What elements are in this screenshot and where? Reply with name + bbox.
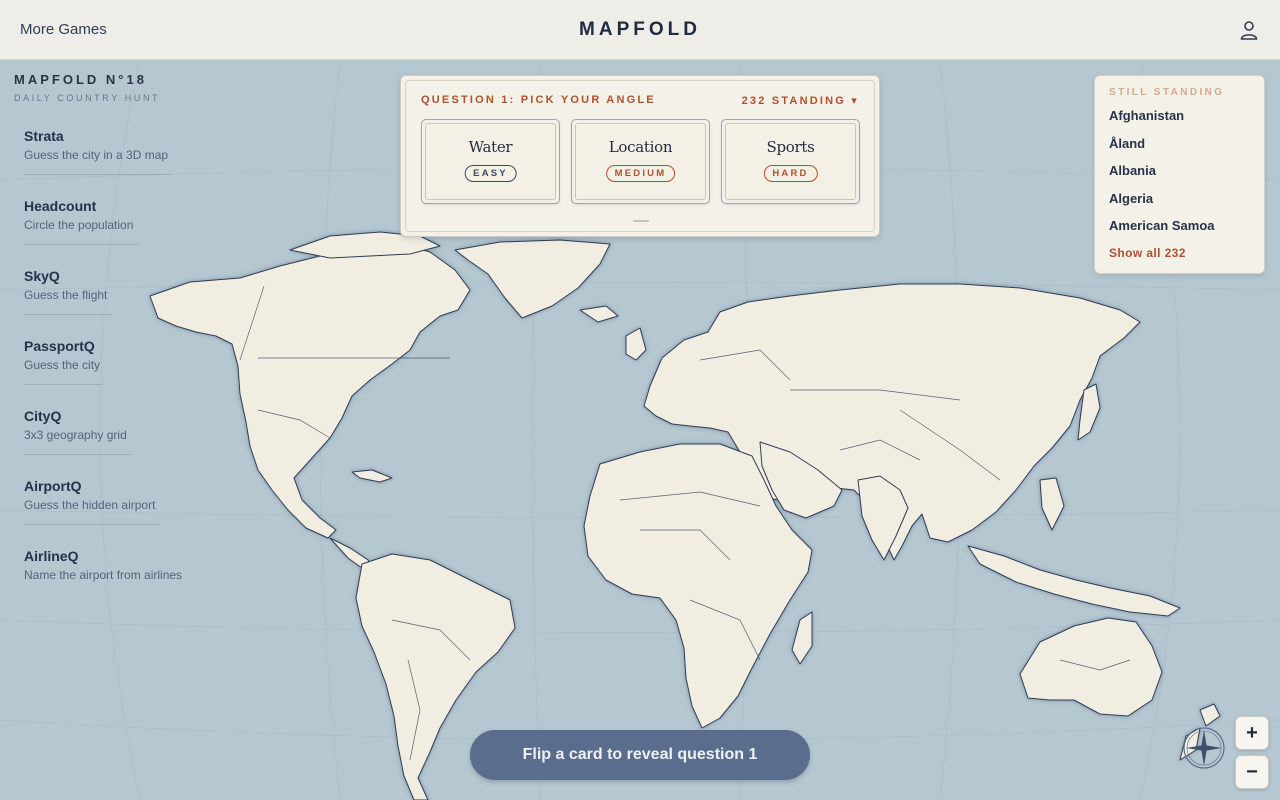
game-desc: Circle the population xyxy=(24,218,134,232)
card-title: Location xyxy=(608,138,673,156)
game-item-airlineq[interactable]: AirlineQ Name the airport from airlines xyxy=(24,548,224,618)
divider xyxy=(24,174,171,175)
game-name: AirlineQ xyxy=(24,548,79,564)
edition-title: MAPFOLD N°18 xyxy=(14,72,147,87)
more-games-link[interactable]: More Games xyxy=(20,21,107,38)
drag-handle[interactable] xyxy=(633,220,649,222)
game-item-headcount[interactable]: Headcount Circle the population xyxy=(24,198,224,268)
card-title: Water xyxy=(468,138,513,156)
difficulty-badge: HARD xyxy=(763,165,818,182)
top-bar: More Games MAPFOLD xyxy=(0,0,1280,60)
zoom-out-button[interactable]: − xyxy=(1235,755,1269,789)
edition-label: MAPFOLD N°18 DAILY COUNTRY HUNT xyxy=(14,72,160,103)
standing-count-toggle[interactable]: 232 STANDING ▾ xyxy=(742,94,859,107)
reveal-question-button[interactable]: Flip a card to reveal question 1 xyxy=(470,730,810,780)
game-item-passportq[interactable]: PassportQ Guess the city xyxy=(24,338,224,408)
plus-icon: + xyxy=(1246,721,1258,744)
difficulty-badge: EASY xyxy=(464,165,517,182)
difficulty-badge: MEDIUM xyxy=(605,165,676,182)
divider xyxy=(24,524,160,525)
country-item[interactable]: Afghanistan xyxy=(1109,108,1250,126)
app-title: MAPFOLD xyxy=(579,18,701,40)
user-icon[interactable] xyxy=(1238,19,1260,41)
still-standing-panel: STILL STANDING Afghanistan Åland Albania… xyxy=(1094,75,1265,274)
divider xyxy=(24,454,132,455)
card-sports[interactable]: Sports HARD xyxy=(721,119,860,204)
still-standing-heading: STILL STANDING xyxy=(1109,87,1225,98)
game-name: Strata xyxy=(24,128,64,144)
country-item[interactable]: Albania xyxy=(1109,163,1250,181)
show-all-link[interactable]: Show all 232 xyxy=(1109,246,1250,260)
divider xyxy=(24,244,138,245)
game-item-cityq[interactable]: CityQ 3x3 geography grid xyxy=(24,408,224,478)
zoom-in-button[interactable]: + xyxy=(1235,716,1269,750)
game-name: CityQ xyxy=(24,408,62,424)
game-item-strata[interactable]: Strata Guess the city in a 3D map xyxy=(24,128,224,198)
game-desc: Guess the city in a 3D map xyxy=(24,148,169,162)
game-name: AirportQ xyxy=(24,478,82,494)
game-item-airportq[interactable]: AirportQ Guess the hidden airport xyxy=(24,478,224,548)
divider xyxy=(24,384,102,385)
card-title: Sports xyxy=(766,138,815,156)
question-heading: QUESTION 1: PICK YOUR ANGLE xyxy=(421,94,656,106)
country-item[interactable]: Algeria xyxy=(1109,191,1250,209)
country-item[interactable]: American Samoa xyxy=(1109,218,1250,236)
card-water[interactable]: Water EASY xyxy=(421,119,560,204)
divider xyxy=(24,314,112,315)
country-item[interactable]: Åland xyxy=(1109,136,1250,154)
card-location[interactable]: Location MEDIUM xyxy=(571,119,710,204)
game-desc: 3x3 geography grid xyxy=(24,428,127,442)
edition-subtitle: DAILY COUNTRY HUNT xyxy=(14,93,161,103)
game-desc: Name the airport from airlines xyxy=(24,568,183,582)
question-panel: QUESTION 1: PICK YOUR ANGLE 232 STANDING… xyxy=(400,75,880,237)
compass-icon[interactable] xyxy=(1182,726,1226,770)
minus-icon: − xyxy=(1246,760,1258,783)
games-list: Strata Guess the city in a 3D map Headco… xyxy=(24,128,224,618)
game-desc: Guess the flight xyxy=(24,288,108,302)
game-name: SkyQ xyxy=(24,268,60,284)
game-name: Headcount xyxy=(24,198,97,214)
game-name: PassportQ xyxy=(24,338,95,354)
game-desc: Guess the city xyxy=(24,358,101,372)
game-desc: Guess the hidden airport xyxy=(24,498,156,512)
game-item-skyq[interactable]: SkyQ Guess the flight xyxy=(24,268,224,338)
